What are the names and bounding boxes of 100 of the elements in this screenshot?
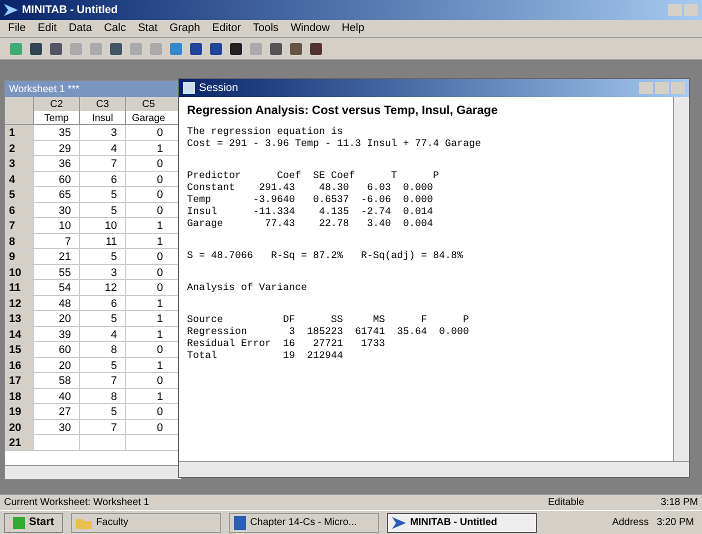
taskbar-button[interactable]: Faculty: [71, 512, 222, 532]
table-cell[interactable]: 5: [79, 404, 125, 418]
table-cell[interactable]: 5: [79, 249, 125, 264]
horizontal-scrollbar[interactable]: [179, 461, 689, 477]
table-cell[interactable]: 40: [33, 388, 79, 403]
column-name[interactable]: Insul: [79, 111, 125, 124]
table-cell[interactable]: 0: [125, 202, 171, 217]
table-cell[interactable]: 5: [79, 187, 125, 202]
table-cell[interactable]: 0: [125, 125, 171, 140]
table-cell[interactable]: 20: [33, 358, 79, 372]
folder-icon: [76, 516, 92, 528]
vertical-scrollbar[interactable]: [673, 97, 689, 461]
table-cell[interactable]: 1: [125, 311, 171, 326]
table-cell[interactable]: 6: [79, 296, 125, 310]
maximize-button[interactable]: [655, 82, 669, 94]
table-cell[interactable]: 7: [79, 420, 125, 434]
toolbar-icon[interactable]: [208, 40, 224, 56]
taskbar-button[interactable]: Chapter 14-Cs - Micro...: [229, 512, 380, 532]
table-cell[interactable]: 4: [79, 140, 125, 155]
table-cell[interactable]: 1: [125, 388, 171, 403]
table-cell[interactable]: 1: [125, 296, 171, 310]
menu-item[interactable]: Stat: [138, 20, 158, 37]
table-cell[interactable]: 35: [33, 125, 79, 140]
table-cell[interactable]: 0: [125, 280, 171, 294]
toolbar-icon[interactable]: [188, 40, 204, 56]
table-cell[interactable]: 10: [33, 218, 79, 232]
table-cell[interactable]: 39: [33, 326, 79, 341]
table-cell[interactable]: 7: [79, 156, 125, 170]
table-cell[interactable]: 1: [125, 140, 171, 155]
table-cell[interactable]: 3: [79, 125, 125, 140]
minimize-button[interactable]: [668, 4, 682, 16]
toolbar-icon[interactable]: [228, 40, 244, 56]
table-cell[interactable]: 55: [33, 264, 79, 279]
table-cell[interactable]: 48: [33, 296, 79, 310]
menu-item[interactable]: File: [8, 20, 26, 37]
table-cell[interactable]: 6: [79, 172, 125, 186]
column-id[interactable]: C2: [33, 97, 79, 111]
table-cell[interactable]: 1: [125, 234, 171, 248]
column-id[interactable]: C5: [125, 97, 171, 111]
toolbar-icon[interactable]: [48, 40, 64, 56]
table-cell[interactable]: 11: [79, 234, 125, 248]
table-cell[interactable]: 1: [125, 218, 171, 232]
table-cell[interactable]: 5: [79, 358, 125, 372]
worksheet-title: Worksheet 1 ***: [9, 82, 80, 96]
table-cell[interactable]: 36: [33, 156, 79, 170]
table-cell[interactable]: 4: [79, 326, 125, 341]
column-name[interactable]: Garage: [125, 111, 171, 124]
menu-item[interactable]: Graph: [170, 20, 200, 37]
start-button[interactable]: Start: [4, 512, 64, 532]
table-cell[interactable]: 30: [33, 420, 79, 434]
table-cell[interactable]: 3: [79, 264, 125, 279]
table-cell[interactable]: 12: [79, 280, 125, 294]
toolbar-icon[interactable]: [288, 40, 304, 56]
table-cell[interactable]: 21: [33, 249, 79, 264]
table-cell[interactable]: 7: [79, 373, 125, 388]
table-cell[interactable]: 1: [125, 326, 171, 341]
menu-item[interactable]: Window: [290, 20, 330, 37]
table-cell[interactable]: 60: [33, 172, 79, 186]
menu-item[interactable]: Help: [342, 20, 364, 37]
close-button[interactable]: [671, 82, 685, 94]
table-cell[interactable]: 8: [79, 342, 125, 356]
toolbar-icon[interactable]: [28, 40, 44, 56]
toolbar-icon[interactable]: [108, 40, 124, 56]
table-cell[interactable]: 0: [125, 373, 171, 388]
menu-item[interactable]: Data: [68, 20, 92, 37]
table-cell[interactable]: 30: [33, 202, 79, 217]
maximize-button[interactable]: [684, 4, 698, 16]
menu-item[interactable]: Edit: [38, 20, 57, 37]
table-cell[interactable]: 20: [33, 311, 79, 326]
table-cell[interactable]: 7: [33, 234, 79, 248]
toolbar-icon[interactable]: [268, 40, 284, 56]
table-cell[interactable]: 0: [125, 342, 171, 356]
table-cell[interactable]: 29: [33, 140, 79, 155]
table-cell[interactable]: 10: [79, 218, 125, 232]
menu-item[interactable]: Editor: [212, 20, 241, 37]
table-cell[interactable]: 0: [125, 172, 171, 186]
menu-item[interactable]: Tools: [252, 20, 279, 37]
table-cell[interactable]: 0: [125, 249, 171, 264]
table-cell[interactable]: 8: [79, 388, 125, 403]
column-id[interactable]: C3: [79, 97, 125, 111]
toolbar-icon[interactable]: [308, 40, 324, 56]
table-cell[interactable]: 58: [33, 373, 79, 388]
row-number: 10: [5, 264, 33, 279]
table-cell[interactable]: 0: [125, 420, 171, 434]
minimize-button[interactable]: [639, 82, 653, 94]
column-name[interactable]: Temp: [33, 111, 79, 124]
table-cell[interactable]: 5: [79, 202, 125, 217]
table-cell[interactable]: 0: [125, 264, 171, 279]
table-cell[interactable]: 60: [33, 342, 79, 356]
table-cell[interactable]: 0: [125, 156, 171, 170]
table-cell[interactable]: 1: [125, 358, 171, 372]
table-cell[interactable]: 65: [33, 187, 79, 202]
table-cell[interactable]: 27: [33, 404, 79, 418]
horizontal-scrollbar[interactable]: [5, 465, 181, 479]
table-cell[interactable]: 0: [125, 404, 171, 418]
table-cell[interactable]: 54: [33, 280, 79, 294]
table-cell[interactable]: 0: [125, 187, 171, 202]
menu-item[interactable]: Calc: [104, 20, 126, 37]
table-cell[interactable]: 5: [79, 311, 125, 326]
taskbar-button[interactable]: MINITAB - Untitled: [387, 512, 538, 532]
